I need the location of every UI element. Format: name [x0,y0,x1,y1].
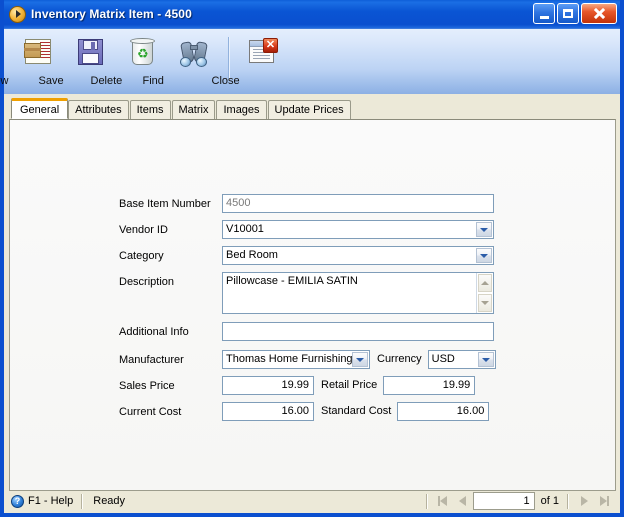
row-base-item-number: Base Item Number 4500 [10,194,615,214]
close-window-icon: ✕ [247,36,279,68]
close-window-button[interactable] [581,3,617,24]
minimize-button[interactable] [533,3,555,24]
row-manufacturer-currency: Manufacturer Thomas Home Furnishing M Cu… [10,350,615,370]
vendor-id-value: V10001 [226,223,264,235]
standard-cost-input[interactable]: 16.00 [397,402,490,421]
record-number-input[interactable]: 1 [472,492,535,510]
chevron-down-icon[interactable] [477,352,494,367]
tab-images[interactable]: Images [216,100,267,119]
tab-items[interactable]: Items [129,100,171,119]
maximize-button[interactable] [557,3,579,24]
tab-matrix[interactable]: Matrix [171,100,216,119]
question-mark-icon: ? [11,494,24,508]
tab-update-prices[interactable]: Update Prices [267,100,351,119]
scroll-up-icon[interactable] [478,274,492,292]
status-bar: ? F1 - Help Ready 1 of 1 [4,491,620,513]
window-controls [533,3,617,24]
record-count-label: of 1 [540,495,559,507]
standard-cost-label: Standard Cost [321,405,392,417]
record-navigator: 1 of 1 [424,492,618,510]
nav-divider-left [425,493,427,509]
additional-info-input[interactable] [222,322,494,341]
tab-items-label: Items [136,104,164,116]
first-record-button[interactable] [433,493,453,510]
row-sales-retail-price: Sales Price 19.99 Retail Price 19.99 [10,376,615,396]
tab-attributes-label: Attributes [75,104,122,116]
row-description: Description Pillowcase - EMILIA SATIN [10,272,615,314]
previous-record-button[interactable] [453,493,473,510]
binoculars-icon [178,36,210,68]
help-label: F1 - Help [28,495,74,507]
toolbar: New Save ♻ Delete Find [0,28,620,94]
help-button[interactable]: ? F1 - Help [8,492,79,510]
chevron-down-icon[interactable] [476,222,492,237]
inventory-item-form: Base Item Number 4500 Vendor ID V10001 C… [10,120,615,428]
tab-strip: General Attributes Items Matrix Images U… [9,98,616,119]
application-window: Inventory Matrix Item - 4500 New [0,0,624,517]
description-scroll-buttons [476,273,493,313]
additional-info-label: Additional Info [119,326,189,338]
current-cost-input[interactable]: 16.00 [222,402,314,421]
sales-price-input[interactable]: 19.99 [222,376,314,395]
close-badge-glyph: ✕ [263,38,278,53]
retail-price-label: Retail Price [321,379,378,391]
last-record-button[interactable] [594,493,614,510]
tab-matrix-label: Matrix [178,104,209,116]
row-additional-info: Additional Info [10,322,615,342]
currency-value: USD [431,353,455,365]
row-category: Category Bed Room [10,246,615,266]
vendor-id-combo[interactable]: V10001 [222,220,494,239]
window-title: Inventory Matrix Item - 4500 [31,7,192,21]
currency-combo[interactable]: USD [427,350,496,369]
category-value: Bed Room [226,249,278,261]
current-cost-label: Current Cost [119,406,182,418]
row-vendor-id: Vendor ID V10001 [10,220,615,240]
nav-divider-right [567,493,568,509]
description-label: Description [119,276,175,288]
category-label: Category [119,250,164,262]
currency-label: Currency [377,353,422,365]
manufacturer-value: Thomas Home Furnishing M [226,353,365,365]
new-document-icon [22,36,54,68]
status-text: Ready [93,495,126,507]
recycle-bin-icon: ♻ [126,36,158,68]
client-area: General Attributes Items Matrix Images U… [4,94,620,491]
retail-price-input[interactable]: 19.99 [383,376,476,395]
tab-images-label: Images [223,104,260,116]
scroll-down-icon[interactable] [478,294,492,312]
description-value: Pillowcase - EMILIA SATIN [226,275,358,287]
vendor-id-label: Vendor ID [119,224,168,236]
chevron-down-icon[interactable] [476,248,492,263]
category-combo[interactable]: Bed Room [222,246,494,265]
floppy-disk-icon [74,36,106,68]
sales-price-label: Sales Price [119,380,175,392]
chevron-down-icon[interactable] [352,352,368,367]
row-current-standard-cost: Current Cost 16.00 Standard Cost 16.00 [10,402,615,422]
general-tab-panel: Base Item Number 4500 Vendor ID V10001 C… [9,119,616,491]
base-item-number-input[interactable]: 4500 [222,194,494,213]
tab-update-prices-label: Update Prices [274,104,344,116]
manufacturer-label: Manufacturer [119,354,184,366]
window-frame: Inventory Matrix Item - 4500 New [0,0,624,517]
tab-attributes[interactable]: Attributes [68,100,129,119]
description-textarea[interactable]: Pillowcase - EMILIA SATIN [222,272,494,314]
title-bar: Inventory Matrix Item - 4500 [4,0,620,28]
tab-general[interactable]: General [11,98,69,119]
next-record-button[interactable] [574,493,594,510]
tab-general-label: General [20,103,60,116]
app-icon [9,5,26,23]
manufacturer-combo[interactable]: Thomas Home Furnishing M [222,350,370,369]
base-item-number-label: Base Item Number [119,198,211,210]
status-divider [81,493,83,509]
